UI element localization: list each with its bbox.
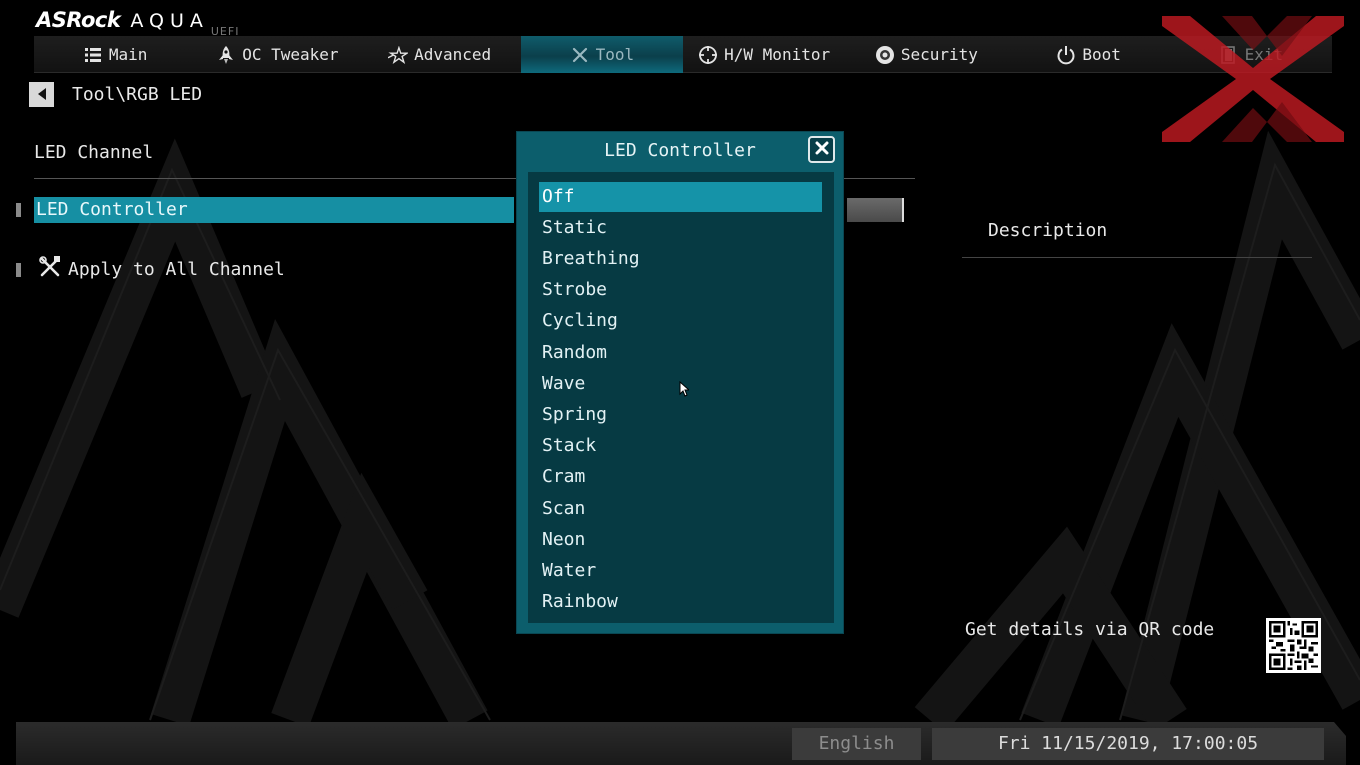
option-rainbow[interactable]: Rainbow xyxy=(539,587,822,617)
option-cycling[interactable]: Cycling xyxy=(539,306,822,336)
option-scan[interactable]: Scan xyxy=(539,494,822,524)
tools-icon xyxy=(38,255,62,284)
option-neon[interactable]: Neon xyxy=(539,525,822,555)
shield-icon xyxy=(875,45,895,65)
star-icon xyxy=(388,45,409,65)
mouse-cursor-icon xyxy=(679,381,689,397)
rocket-icon xyxy=(216,45,236,65)
arrow-left-icon xyxy=(37,85,47,104)
option-random[interactable]: Random xyxy=(539,338,822,368)
option-water[interactable]: Water xyxy=(539,556,822,586)
qr-caption: Get details via QR code xyxy=(965,619,1215,640)
language-selector[interactable]: English xyxy=(792,728,921,760)
item-label: LED Controller xyxy=(36,199,188,220)
exit-door-icon xyxy=(1219,45,1239,65)
breadcrumb: Tool\RGB LED xyxy=(72,84,203,105)
tab-tool[interactable]: Tool xyxy=(520,36,683,73)
back-button[interactable] xyxy=(29,82,54,107)
tab-label: Main xyxy=(108,45,148,64)
option-strobe[interactable]: Strobe xyxy=(539,275,822,305)
item-label: Apply to All Channel xyxy=(68,258,285,280)
led-controller-value[interactable] xyxy=(847,198,904,222)
tab-label: Advanced xyxy=(414,45,492,64)
tab-main[interactable]: Main xyxy=(34,36,196,73)
section-title: LED Channel xyxy=(34,142,154,163)
option-spring[interactable]: Spring xyxy=(539,400,822,430)
option-breathing[interactable]: Breathing xyxy=(539,244,822,274)
row-marker xyxy=(16,203,21,217)
asrock-logo: ASRock AQUA UEFI xyxy=(36,6,239,38)
close-icon xyxy=(815,140,829,159)
dialog-title: LED Controller xyxy=(604,140,756,161)
tab-label: Exit xyxy=(1244,45,1284,64)
tab-label: H/W Monitor xyxy=(724,45,831,64)
tab-label: Boot xyxy=(1082,45,1121,64)
option-cram[interactable]: Cram xyxy=(539,462,822,492)
power-icon xyxy=(1056,45,1076,65)
tab-hw-monitor[interactable]: H/W Monitor xyxy=(683,36,845,73)
apply-to-all-channel-item[interactable]: Apply to All Channel xyxy=(38,255,285,284)
tab-label: OC Tweaker xyxy=(242,45,339,64)
option-off[interactable]: Off xyxy=(539,182,822,212)
datetime-display: Fri 11/15/2019, 17:00:05 xyxy=(932,728,1324,760)
crosshair-icon xyxy=(698,45,718,65)
qr-code[interactable] xyxy=(1266,618,1321,673)
tab-oc-tweaker[interactable]: OC Tweaker xyxy=(196,36,358,73)
tools-icon xyxy=(570,45,590,65)
close-button[interactable] xyxy=(808,136,835,163)
product-name: AQUA xyxy=(130,10,209,32)
tab-security[interactable]: Security xyxy=(845,36,1007,73)
top-nav: Main OC Tweaker Advanced Tool H/W Monito… xyxy=(34,36,1332,73)
tab-label: Tool xyxy=(595,45,635,64)
description-title: Description xyxy=(988,220,1108,241)
tab-advanced[interactable]: Advanced xyxy=(359,36,521,73)
tab-boot[interactable]: Boot xyxy=(1008,36,1170,73)
description-divider xyxy=(962,257,1312,258)
tab-label: Security xyxy=(900,45,978,64)
list-icon xyxy=(83,45,103,65)
led-controller-item[interactable]: LED Controller xyxy=(34,197,514,223)
option-stack[interactable]: Stack xyxy=(539,431,822,461)
row-marker xyxy=(16,263,21,277)
option-static[interactable]: Static xyxy=(539,213,822,243)
option-list: Off Static Breathing Strobe Cycling Rand… xyxy=(528,172,834,623)
tab-exit[interactable]: Exit xyxy=(1170,36,1332,73)
brand-name: ASRock xyxy=(36,8,121,32)
